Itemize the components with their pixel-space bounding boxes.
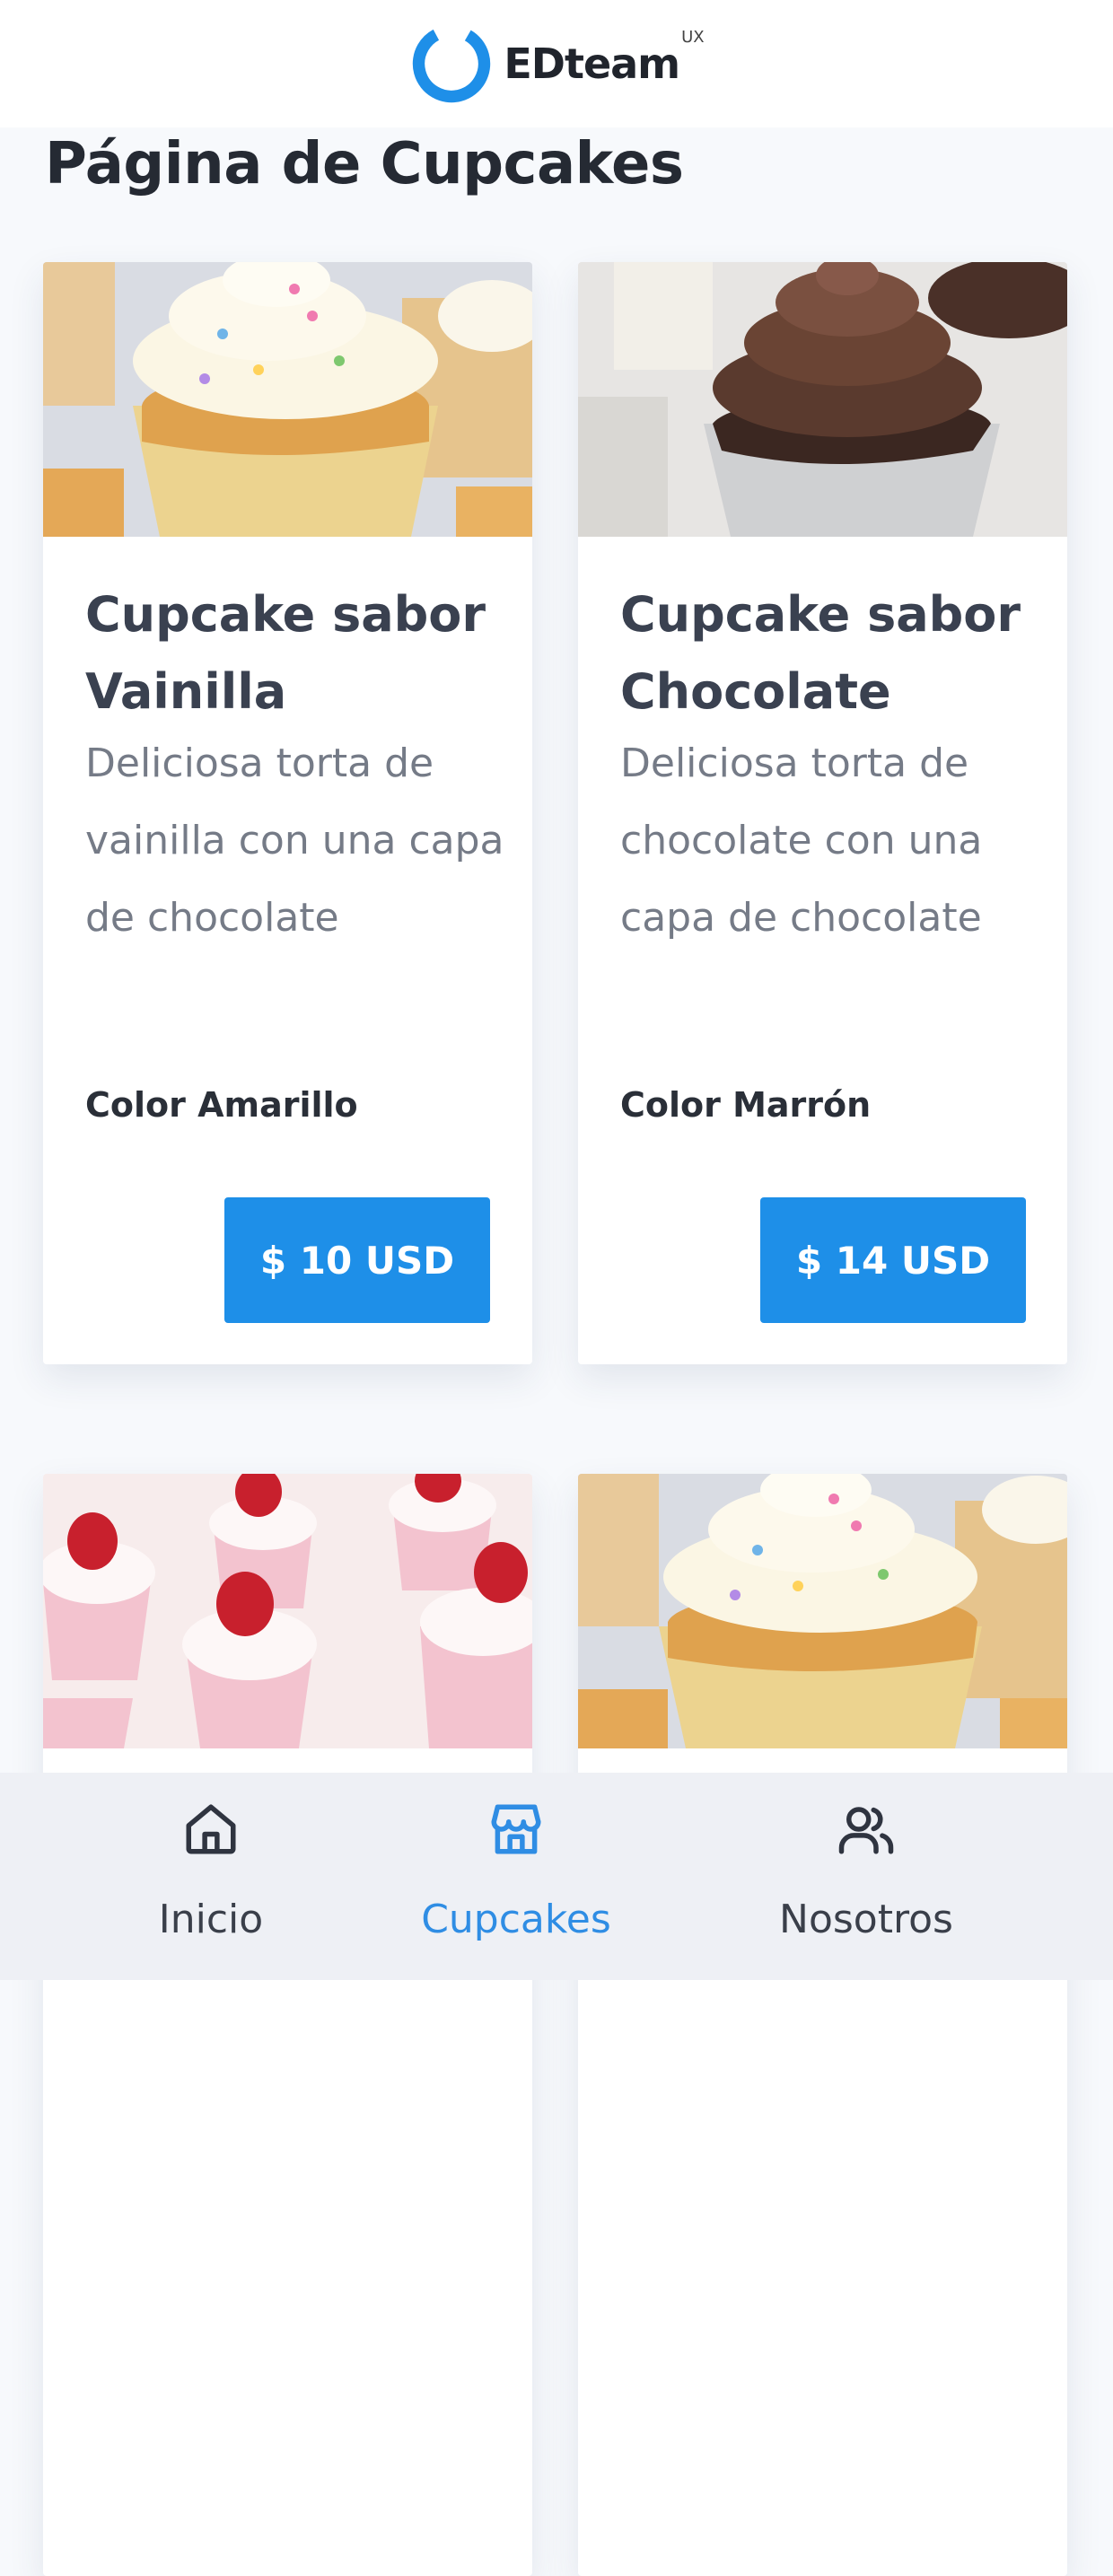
product-card-vanilla: Cupcake sabor Vainilla Deliciosa torta d… (43, 262, 532, 1364)
product-card-chocolate: Cupcake sabor Chocolate Deliciosa torta … (578, 262, 1067, 1364)
product-title: Cupcake sabor Vainilla (85, 586, 486, 720)
nav-item-inicio[interactable]: Inicio (144, 1773, 278, 1980)
edteam-logo[interactable]: EDteam UX (408, 21, 705, 107)
product-color: Color Marrón (620, 1085, 872, 1125)
vanilla-cupcake-image (578, 1474, 1067, 1748)
product-description: Deliciosa torta de vainilla con una capa… (85, 740, 504, 941)
page-title: Página de Cupcakes (45, 131, 684, 197)
nav-label-cupcakes: Cupcakes (421, 1897, 611, 1942)
logo-superscript: UX (681, 28, 705, 47)
product-color: Color Amarillo (85, 1085, 358, 1125)
product-description: Deliciosa torta de chocolate con una cap… (620, 740, 983, 941)
bottom-navigation: Inicio Cupcakes Nosotros (0, 1773, 1113, 1980)
users-icon (838, 1807, 894, 1854)
price-button[interactable]: $ 10 USD (224, 1197, 490, 1323)
home-icon (186, 1804, 236, 1854)
logo-text: EDteam (504, 39, 680, 88)
product-card-vanilla-2 (578, 1474, 1067, 2576)
vanilla-cupcake-image (43, 262, 532, 537)
nav-item-cupcakes[interactable]: Cupcakes (408, 1773, 624, 1980)
store-icon (491, 1804, 541, 1854)
logo-ring-icon (413, 24, 491, 103)
chocolate-cupcake-image (578, 262, 1067, 537)
product-title: Cupcake sabor Chocolate (620, 586, 1021, 720)
product-card-strawberry (43, 1474, 532, 2576)
nav-item-nosotros[interactable]: Nosotros (754, 1773, 978, 1980)
price-button[interactable]: $ 14 USD (760, 1197, 1026, 1323)
app-header: EDteam UX (0, 0, 1113, 127)
nav-label-inicio: Inicio (158, 1897, 264, 1942)
strawberry-cupcakes-image (43, 1474, 532, 1748)
nav-label-nosotros: Nosotros (779, 1897, 953, 1942)
